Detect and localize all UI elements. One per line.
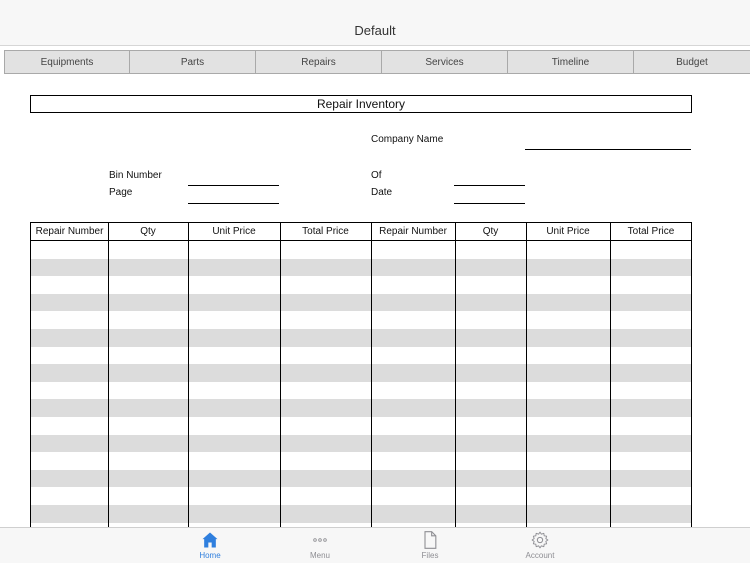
tabbar-account-label: Account xyxy=(525,551,555,560)
table-row[interactable] xyxy=(31,399,691,417)
tab-parts[interactable]: Parts xyxy=(130,50,256,74)
tabbar-menu-label: Menu xyxy=(309,551,330,560)
tab-budget[interactable]: Budget xyxy=(634,50,750,74)
column-divider xyxy=(526,223,527,527)
column-header-unit-price: Unit Price xyxy=(212,226,256,237)
page-label: Page xyxy=(109,187,133,198)
tab-services[interactable]: Services xyxy=(382,50,508,74)
table-row[interactable] xyxy=(31,364,691,382)
column-header-total-price-2: Total Price xyxy=(627,226,675,237)
table-row[interactable] xyxy=(31,469,691,488)
document-icon xyxy=(424,531,437,549)
table-header: Repair Number Qty Unit Price Total Price… xyxy=(31,223,691,241)
column-header-repair-number: Repair Number xyxy=(35,226,104,237)
bottom-tab-bar: Home Menu Files Account xyxy=(0,527,750,563)
navigation-bar: Default xyxy=(0,0,750,46)
table-row[interactable] xyxy=(31,434,691,453)
column-header-qty-2: Qty xyxy=(482,226,499,237)
date-field[interactable] xyxy=(454,203,525,204)
column-header-unit-price-2: Unit Price xyxy=(546,226,590,237)
company-name-field[interactable] xyxy=(525,149,691,150)
page-field[interactable] xyxy=(188,203,279,204)
column-header-qty: Qty xyxy=(140,226,156,237)
table-row[interactable] xyxy=(31,505,691,523)
tabbar-account[interactable]: Account xyxy=(510,530,570,562)
column-header-total-price: Total Price xyxy=(302,226,349,237)
column-divider xyxy=(108,223,109,527)
more-dots-icon xyxy=(313,538,327,542)
column-header-repair-number-2: Repair Number xyxy=(379,226,447,237)
column-divider xyxy=(610,223,611,527)
company-name-label: Company Name xyxy=(371,134,444,145)
column-divider xyxy=(188,223,189,527)
table-row[interactable] xyxy=(31,258,691,277)
of-label: Of xyxy=(371,170,382,181)
tabbar-files[interactable]: Files xyxy=(400,530,460,562)
date-label: Date xyxy=(371,187,393,198)
form-title: Repair Inventory xyxy=(30,95,692,113)
tabbar-files-label: Files xyxy=(421,551,439,560)
tab-equipments[interactable]: Equipments xyxy=(4,50,130,74)
of-field[interactable] xyxy=(454,185,525,186)
bin-number-field[interactable] xyxy=(188,185,279,186)
section-tabs: Equipments Parts Repairs Services Timeli… xyxy=(4,50,750,74)
tab-repairs[interactable]: Repairs xyxy=(256,50,382,74)
tab-timeline[interactable]: Timeline xyxy=(508,50,634,74)
home-icon xyxy=(202,532,218,548)
gear-icon xyxy=(531,531,549,549)
tabbar-home-label: Home xyxy=(199,551,221,560)
repair-inventory-table: Repair Number Qty Unit Price Total Price… xyxy=(30,222,692,527)
page-title: Default xyxy=(354,23,396,38)
column-divider xyxy=(371,223,372,527)
table-row[interactable] xyxy=(31,293,691,312)
column-divider xyxy=(455,223,456,527)
bin-number-label: Bin Number xyxy=(109,170,162,181)
tabbar-home[interactable]: Home xyxy=(180,530,240,562)
table-row[interactable] xyxy=(31,329,691,347)
column-divider xyxy=(280,223,281,527)
tabbar-menu[interactable]: Menu xyxy=(290,530,350,562)
